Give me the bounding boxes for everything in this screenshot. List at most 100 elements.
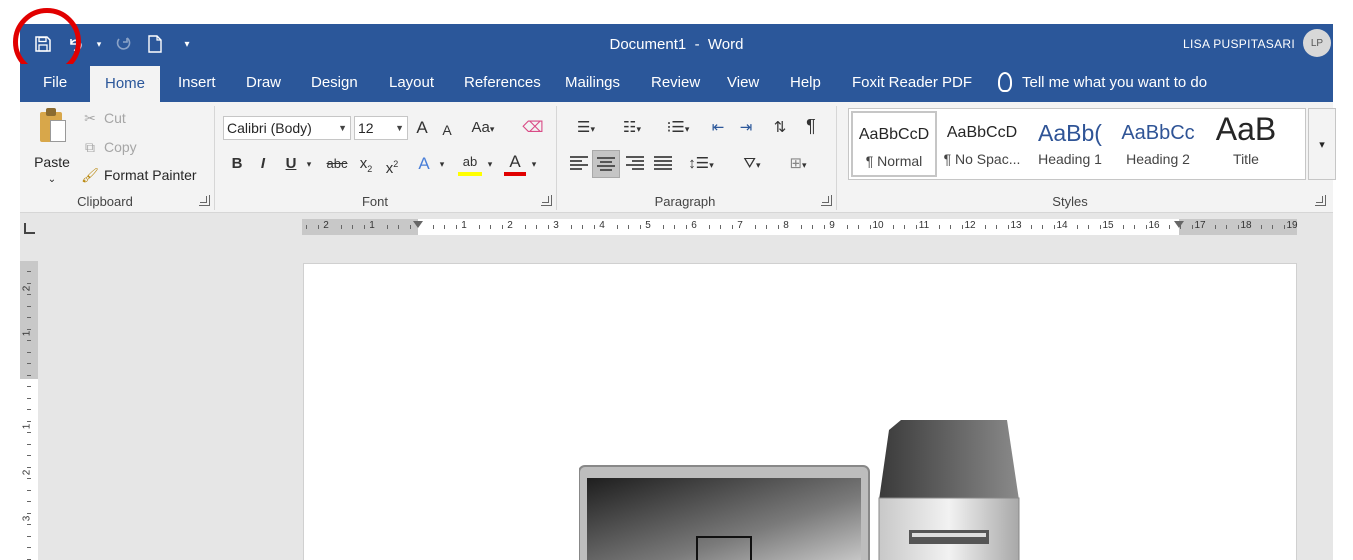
- style-heading-1[interactable]: AaBb( Heading 1: [1027, 111, 1113, 177]
- user-name[interactable]: LISA PUSPITASARI: [1183, 37, 1295, 51]
- bullets-button[interactable]: ☰▾: [566, 116, 606, 140]
- tab-foxit-reader-pdf[interactable]: Foxit Reader PDF: [850, 64, 974, 102]
- styles-gallery: AaBbCcD ¶ Normal AaBbCcD ¶ No Spac... Aa…: [848, 108, 1306, 180]
- text-effects-dropdown[interactable]: ▾: [436, 152, 448, 176]
- decrease-indent-button[interactable]: ⇤: [706, 116, 730, 140]
- window-title: Document1 - Word: [20, 36, 1333, 53]
- tower-body: [878, 497, 1020, 560]
- horizontal-ruler[interactable]: 2 1 1 2 3 4 5 6 7 8 9 10 11 12 13 14 15 16 17 18 19: [302, 219, 1298, 235]
- ruler-tick: [1077, 225, 1078, 229]
- align-center-button[interactable]: [592, 150, 620, 178]
- ruler-number: 1: [461, 220, 467, 231]
- copy-icon: ⧉: [85, 138, 95, 155]
- cut-label: Cut: [104, 110, 126, 126]
- tab-selector-icon[interactable]: [24, 223, 35, 234]
- change-case-button[interactable]: Aa▾: [470, 116, 496, 140]
- font-color-dropdown[interactable]: ▾: [528, 152, 540, 176]
- align-center-icon: [597, 157, 615, 173]
- style-title[interactable]: AaB Title: [1203, 111, 1289, 177]
- tab-layout[interactable]: Layout: [387, 64, 436, 102]
- underline-button[interactable]: U: [281, 152, 301, 176]
- shrink-font-button[interactable]: A: [438, 118, 456, 142]
- shading-button[interactable]: ⛛▾: [732, 152, 772, 176]
- ruler-tick: [27, 501, 31, 502]
- vertical-ruler[interactable]: 2 1 1 2 3: [20, 261, 38, 560]
- ruler-tick: [1238, 225, 1239, 229]
- ruler-tick: [387, 225, 388, 229]
- subscript-button[interactable]: x2: [356, 152, 376, 176]
- paragraph-launcher-icon[interactable]: [821, 195, 832, 206]
- increase-indent-icon: ⇥: [739, 119, 753, 136]
- strikethrough-button[interactable]: abc: [324, 152, 350, 176]
- highlight-dropdown[interactable]: ▾: [484, 152, 496, 176]
- clear-formatting-button[interactable]: ⌫: [522, 116, 544, 140]
- copy-button[interactable]: ⧉ Copy: [82, 138, 137, 156]
- align-left-button[interactable]: [570, 156, 588, 172]
- highlight-button[interactable]: ab: [458, 150, 482, 176]
- numbering-button[interactable]: ☷▾: [612, 116, 652, 140]
- ruler-tick: [1042, 225, 1043, 229]
- ruler-tick: [456, 225, 457, 229]
- tab-help[interactable]: Help: [788, 64, 823, 102]
- ruler-bar: 2 1 1 2 3 4 5 6 7 8 9 10 11 12 13 14 15 16 17 18 19: [20, 213, 1333, 243]
- tab-insert[interactable]: Insert: [176, 64, 218, 102]
- ruler-tick: [364, 225, 365, 229]
- style-preview: AaBbCc: [1121, 122, 1195, 144]
- bold-button[interactable]: B: [227, 152, 247, 176]
- clipboard-launcher-icon[interactable]: [199, 195, 210, 206]
- ruler-number: 8: [783, 220, 789, 231]
- format-painter-button[interactable]: 🖌 Format Painter: [81, 167, 196, 184]
- ruler-number: 16: [1148, 220, 1160, 231]
- font-name-select[interactable]: Calibri (Body) ▼: [223, 116, 351, 140]
- tab-design[interactable]: Design: [309, 64, 360, 102]
- show-hide-button[interactable]: ¶: [800, 114, 822, 138]
- text-effects-button[interactable]: A: [414, 152, 434, 176]
- font-launcher-icon[interactable]: [541, 195, 552, 206]
- multilevel-list-button[interactable]: ⁝☰▾: [658, 116, 698, 140]
- ruler-tick: [1088, 225, 1089, 229]
- tab-review[interactable]: Review: [649, 64, 702, 102]
- tab-mailings[interactable]: Mailings: [563, 64, 622, 102]
- paste-button[interactable]: Paste ⌄: [32, 108, 72, 185]
- styles-more-button[interactable]: ▾: [1308, 108, 1336, 180]
- grow-font-button[interactable]: A: [412, 116, 432, 140]
- style-heading-2[interactable]: AaBbCc Heading 2: [1115, 111, 1201, 177]
- ruler-tick: [709, 225, 710, 229]
- ruler-tick: [27, 478, 31, 479]
- font-color-button[interactable]: A: [504, 150, 526, 176]
- sort-button[interactable]: ⇅: [768, 116, 792, 140]
- style-no-spacing[interactable]: AaBbCcD ¶ No Spac...: [939, 111, 1025, 177]
- cut-button[interactable]: ✂ Cut: [82, 109, 126, 127]
- scissors-icon: ✂: [84, 109, 96, 126]
- avatar[interactable]: LP: [1303, 29, 1331, 57]
- tab-view[interactable]: View: [725, 64, 761, 102]
- styles-launcher-icon[interactable]: [1315, 195, 1326, 206]
- italic-button[interactable]: I: [254, 152, 272, 176]
- chevron-down-icon[interactable]: ⌄: [32, 174, 72, 185]
- ruler-number: 2: [21, 285, 33, 292]
- style-name: ¶ No Spac...: [943, 151, 1021, 167]
- superscript-button[interactable]: x2: [382, 152, 402, 177]
- tab-file[interactable]: File: [41, 64, 69, 102]
- tab-home[interactable]: Home: [90, 66, 161, 102]
- style-normal[interactable]: AaBbCcD ¶ Normal: [851, 111, 937, 177]
- tab-draw[interactable]: Draw: [244, 64, 283, 102]
- borders-button[interactable]: ⊞▾: [778, 152, 818, 176]
- ruler-tick: [1284, 225, 1285, 229]
- tell-me-search[interactable]: Tell me what you want to do: [998, 64, 1207, 102]
- ruler-tick: [27, 340, 31, 341]
- align-right-button[interactable]: [626, 156, 644, 172]
- font-size-select[interactable]: 12 ▼: [354, 116, 408, 140]
- ruler-tick: [27, 432, 31, 433]
- style-name: Heading 1: [1038, 151, 1102, 167]
- style-preview: AaB: [1215, 111, 1277, 147]
- top-margin-area: [20, 261, 38, 379]
- ruler-tick: [1123, 225, 1124, 229]
- increase-indent-button[interactable]: ⇥: [734, 116, 758, 140]
- document-page[interactable]: [303, 263, 1297, 560]
- tab-references[interactable]: References: [462, 64, 543, 102]
- tower-top: [879, 420, 1019, 500]
- justify-button[interactable]: [654, 156, 672, 172]
- line-spacing-button[interactable]: ↕☰▾: [682, 152, 720, 176]
- underline-dropdown[interactable]: ▾: [303, 152, 315, 176]
